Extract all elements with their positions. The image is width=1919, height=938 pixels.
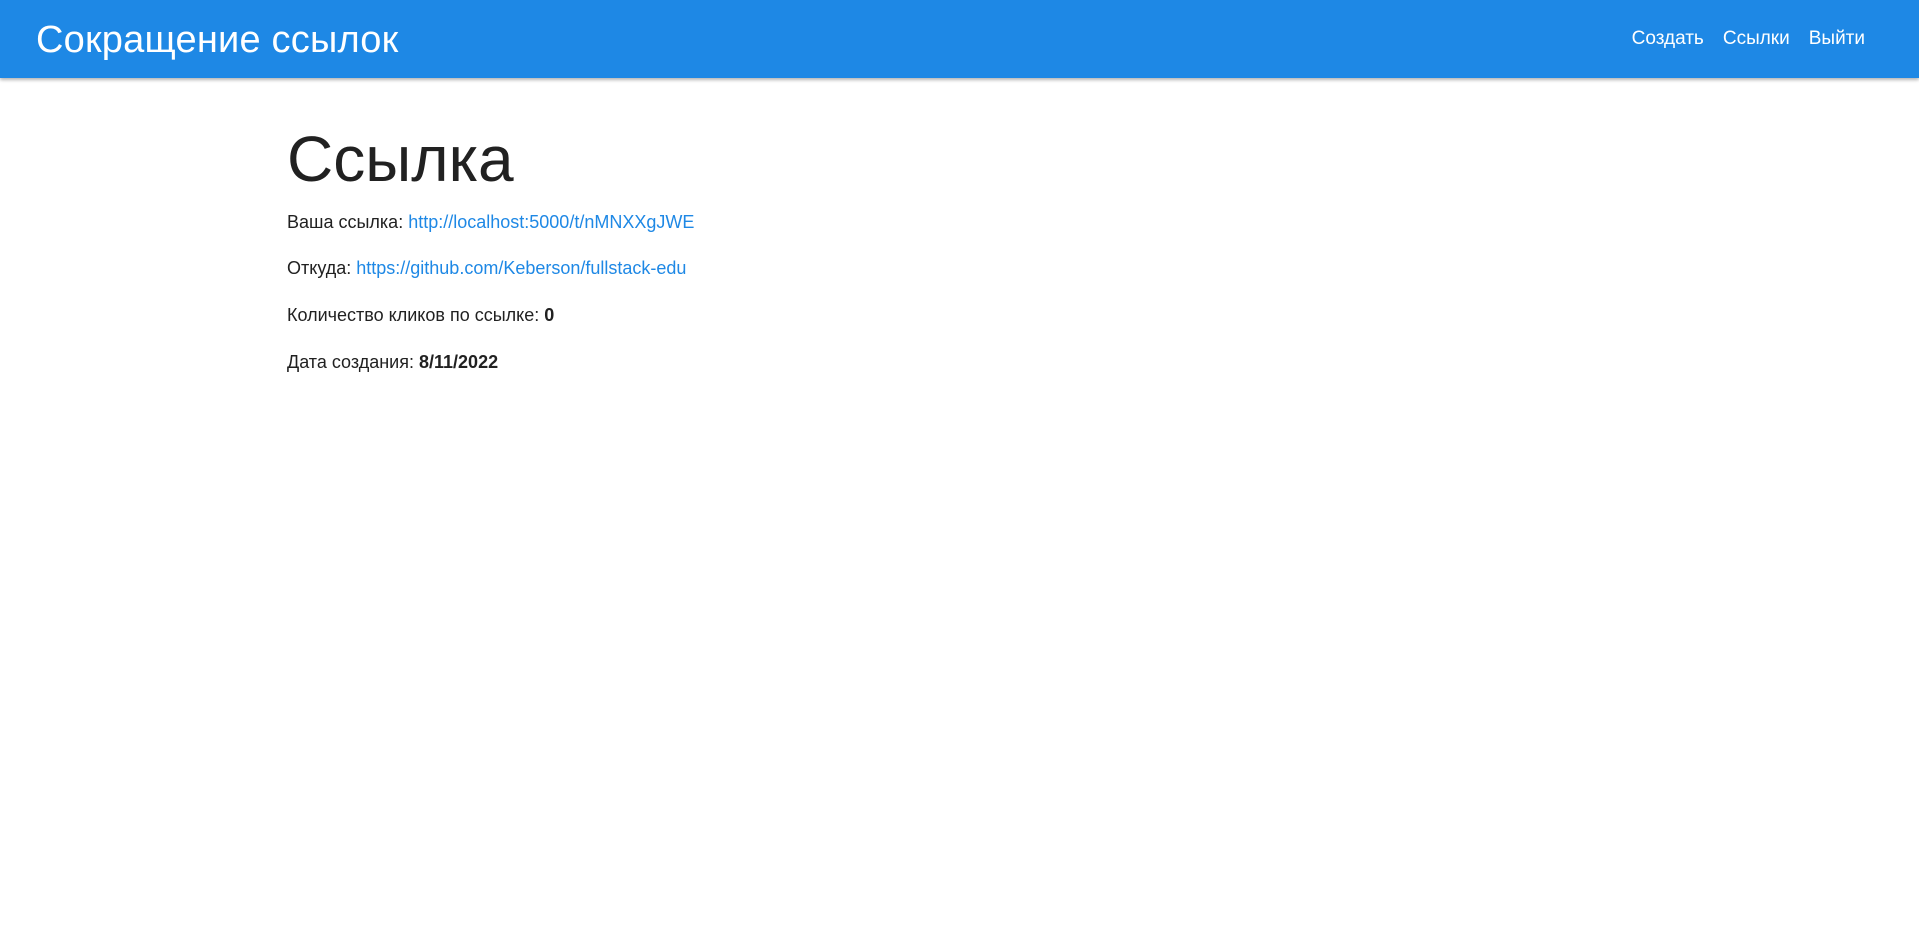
nav-link-links[interactable]: Ссылки bbox=[1704, 28, 1790, 49]
nav-link-logout[interactable]: Выйти bbox=[1790, 28, 1865, 49]
nav-link-create[interactable]: Создать bbox=[1613, 28, 1704, 49]
brand-logo-link[interactable]: Сокращение ссылок bbox=[36, 19, 398, 62]
source-link-row: Откуда: https://github.com/Keberson/full… bbox=[287, 256, 1632, 280]
short-link-label: Ваша ссылка: bbox=[287, 212, 409, 232]
created-date-label: Дата создания: bbox=[287, 352, 419, 372]
main-content: Ссылка Ваша ссылка: http://localhost:500… bbox=[287, 78, 1632, 374]
top-navbar: Сокращение ссылок Создать Ссылки Выйти bbox=[0, 0, 1919, 78]
short-link-row: Ваша ссылка: http://localhost:5000/t/nMN… bbox=[287, 210, 1632, 234]
nav-item-links: Ссылки bbox=[1704, 0, 1790, 78]
clicks-label: Количество кликов по ссылке: bbox=[287, 305, 545, 325]
source-link-label: Откуда: bbox=[287, 258, 357, 278]
created-date-row: Дата создания: 8/11/2022 bbox=[287, 350, 1632, 374]
source-link-url[interactable]: https://github.com/Keberson/fullstack-ed… bbox=[356, 258, 686, 278]
short-link-url[interactable]: http://localhost:5000/t/nMNXXgJWE bbox=[408, 212, 694, 232]
clicks-count: 0 bbox=[544, 305, 555, 325]
page-title: Ссылка bbox=[287, 123, 514, 195]
nav-links: Создать Ссылки Выйти bbox=[1613, 0, 1865, 78]
nav-item-create: Создать bbox=[1613, 0, 1704, 78]
clicks-row: Количество кликов по ссылке: 0 bbox=[287, 303, 1632, 327]
nav-item-logout: Выйти bbox=[1790, 0, 1865, 78]
created-date-value: 8/11/2022 bbox=[419, 352, 499, 372]
